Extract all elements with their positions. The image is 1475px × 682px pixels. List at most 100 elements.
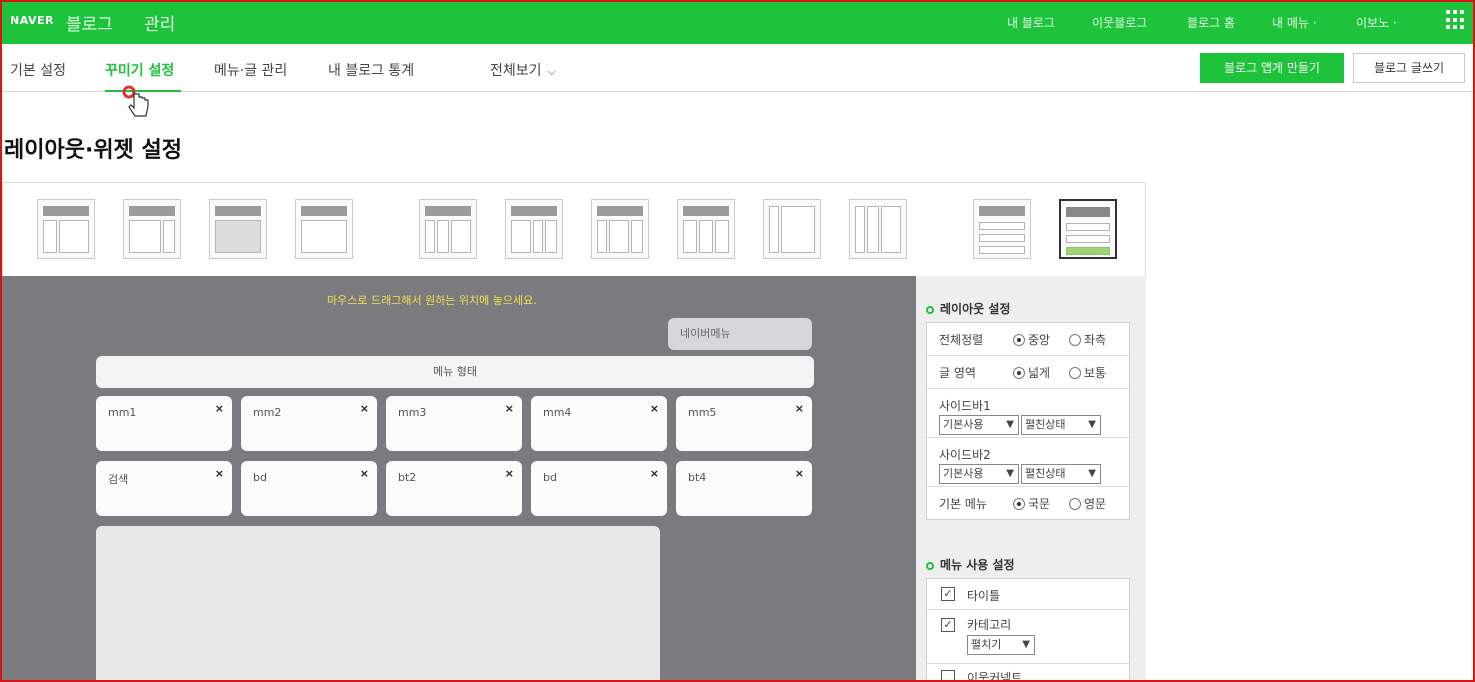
text-area-label: 글 영역: [939, 366, 976, 380]
basic-menu-row: 기본 메뉴 국문 영문: [927, 487, 1129, 520]
layout-option-6[interactable]: [505, 199, 563, 259]
view-all-label: 전체보기: [490, 63, 542, 79]
widget-mm2[interactable]: mm2 ×: [241, 396, 377, 451]
category-checkbox[interactable]: ✓: [941, 618, 955, 632]
close-icon[interactable]: ×: [215, 467, 224, 480]
drag-hint: 마우스로 드래그해서 원하는 위치에 놓으세요.: [327, 294, 537, 307]
widget-bt4[interactable]: bt4 ×: [676, 461, 812, 516]
chevron-down-icon: ▼: [1088, 468, 1096, 479]
neighbor-connect-checkbox[interactable]: [941, 670, 955, 682]
nav-my-menu[interactable]: 내 메뉴 ·: [1272, 14, 1317, 31]
tab-design-settings[interactable]: 꾸미기 설정: [105, 60, 174, 80]
layout-option-10[interactable]: [849, 199, 907, 259]
chevron-down-icon: ▼: [1088, 419, 1096, 430]
menu-settings-box: ✓ 타이틀 ✓ 카테고리 펼치기 ▼ 이웃커넥트: [926, 578, 1130, 682]
category-expand-select[interactable]: 펼치기 ▼: [967, 635, 1035, 655]
close-icon[interactable]: ×: [650, 402, 659, 415]
layout-option-2[interactable]: [123, 199, 181, 259]
layout-option-3[interactable]: [209, 199, 267, 259]
close-icon[interactable]: ×: [650, 467, 659, 480]
sidebar2-state-select[interactable]: 펼친상태 ▼: [1021, 464, 1101, 484]
text-area-row: 글 영역 넓게 보통: [927, 356, 1129, 389]
nav-user-menu[interactable]: 이보노 ·: [1356, 14, 1397, 31]
close-icon[interactable]: ×: [795, 467, 804, 480]
sidebar1-row: 사이드바1 기본사용 ▼ 펼친상태 ▼: [927, 389, 1129, 438]
neighbor-connect-label: 이웃커넥트: [967, 671, 1023, 682]
layout-option-1[interactable]: [37, 199, 95, 259]
menu-form-bar[interactable]: 메뉴 형태: [96, 356, 814, 388]
layout-option-7[interactable]: [591, 199, 649, 259]
widget-label: 검색: [108, 473, 129, 486]
layout-settings-box: 전체정렬 중앙 좌측 글 영역 넓게 보통 사이드바1 기본사용 ▼ 펼친상태 ▼ …: [926, 322, 1130, 520]
widget-label: mm5: [688, 406, 717, 419]
naver-logo[interactable]: NAVER: [10, 14, 54, 27]
layout-option-12-selected[interactable]: [1059, 199, 1117, 259]
area-wide-radio[interactable]: 넓게: [1013, 364, 1050, 381]
widget-bd-2[interactable]: bd ×: [531, 461, 667, 516]
layout-option-8[interactable]: [677, 199, 735, 259]
area-normal-radio[interactable]: 보통: [1069, 364, 1106, 381]
tab-menu-post-manage[interactable]: 메뉴·글 관리: [214, 60, 287, 80]
widget-bd-1[interactable]: bd ×: [241, 461, 377, 516]
align-label: 전체정렬: [939, 333, 984, 347]
tab-blog-stats[interactable]: 내 블로그 통계: [328, 60, 414, 80]
widget-label: bd: [253, 471, 267, 484]
sidebar1-use-select[interactable]: 기본사용 ▼: [939, 415, 1019, 435]
settings-panel: 레이아웃 설정 전체정렬 중앙 좌측 글 영역 넓게 보통 사이드바1 기본사용…: [916, 276, 1146, 682]
align-center-radio[interactable]: 중앙: [1013, 331, 1050, 348]
write-post-button[interactable]: 블로그 글쓰기: [1353, 53, 1465, 83]
close-icon[interactable]: ×: [360, 402, 369, 415]
widget-mm5[interactable]: mm5 ×: [676, 396, 812, 451]
sidebar2-label: 사이드바2: [939, 448, 991, 462]
make-app-button[interactable]: 블로그 앱게 만들기: [1200, 53, 1344, 83]
widget-label: bt2: [398, 471, 417, 484]
sidebar1-state-select[interactable]: 펼친상태 ▼: [1021, 415, 1101, 435]
widget-label: mm4: [543, 406, 572, 419]
post-content-area[interactable]: [96, 526, 660, 682]
hand-cursor-icon: [122, 85, 149, 117]
nav-blog-home[interactable]: 블로그 홈: [1187, 14, 1235, 31]
category-label: 카테고리: [967, 618, 1012, 632]
layout-option-5[interactable]: [419, 199, 477, 259]
title-label: 타이틀: [967, 589, 1001, 603]
menu-english-radio[interactable]: 영문: [1069, 495, 1106, 512]
sub-nav: 기본 설정 꾸미기 설정 메뉴·글 관리 내 블로그 통계 전체보기 ⌵ 블로그 …: [0, 44, 1475, 92]
view-all-dropdown[interactable]: 전체보기 ⌵: [490, 60, 556, 80]
close-icon[interactable]: ×: [505, 402, 514, 415]
widget-bt2[interactable]: bt2 ×: [386, 461, 522, 516]
top-bar: NAVER 블로그 관리 내 블로그 이웃블로그 블로그 홈 내 메뉴 · 이보…: [0, 0, 1475, 44]
title-checkbox[interactable]: ✓: [941, 587, 955, 601]
close-icon[interactable]: ×: [505, 467, 514, 480]
widget-label: bt4: [688, 471, 707, 484]
layout-option-9[interactable]: [763, 199, 821, 259]
nav-neighbor-blog[interactable]: 이웃블로그: [1092, 14, 1147, 31]
menu-korean-radio[interactable]: 국문: [1013, 495, 1050, 512]
close-icon[interactable]: ×: [795, 402, 804, 415]
bullet-icon: [926, 561, 934, 570]
widget-mm4[interactable]: mm4 ×: [531, 396, 667, 451]
naver-menu-widget[interactable]: 네이버메뉴: [668, 318, 812, 350]
widget-search[interactable]: 검색 ×: [96, 461, 232, 516]
menu-item-title: ✓ 타이틀: [927, 579, 1129, 610]
layout-option-4[interactable]: [295, 199, 353, 259]
close-icon[interactable]: ×: [215, 402, 224, 415]
tab-basic-settings[interactable]: 기본 설정: [10, 60, 66, 80]
grid-icon[interactable]: [1446, 10, 1466, 30]
admin-title[interactable]: 관리: [144, 10, 175, 35]
widget-label: mm1: [108, 406, 137, 419]
widget-mm3[interactable]: mm3 ×: [386, 396, 522, 451]
align-left-radio[interactable]: 좌측: [1069, 331, 1106, 348]
close-icon[interactable]: ×: [360, 467, 369, 480]
menu-item-neighbor-connect: 이웃커넥트: [927, 664, 1129, 682]
layout-chooser: [2, 182, 1146, 276]
layout-option-11[interactable]: [973, 199, 1031, 259]
chevron-down-icon: ⌵: [547, 65, 556, 78]
menu-item-category: ✓ 카테고리 펼치기 ▼: [927, 610, 1129, 664]
widget-mm1[interactable]: mm1 ×: [96, 396, 232, 451]
blog-link[interactable]: 블로그: [66, 10, 113, 35]
nav-my-blog[interactable]: 내 블로그: [1007, 14, 1055, 31]
widget-editor: 마우스로 드래그해서 원하는 위치에 놓으세요. 네이버메뉴 메뉴 형태 mm1…: [2, 276, 916, 682]
widget-label: mm3: [398, 406, 427, 419]
basic-menu-label: 기본 메뉴: [939, 497, 987, 511]
sidebar2-use-select[interactable]: 기본사용 ▼: [939, 464, 1019, 484]
